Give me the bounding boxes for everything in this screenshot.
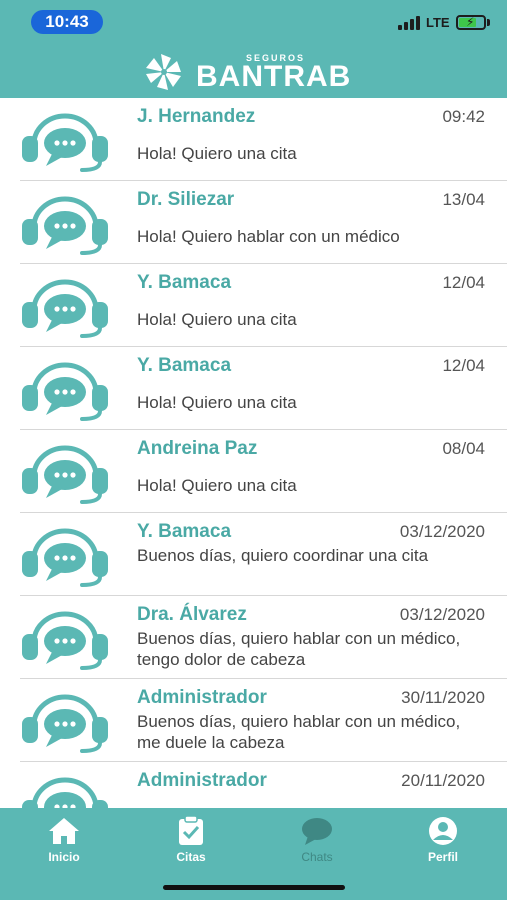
chat-preview: Buenos días, quiero hablar con un médico… (137, 712, 461, 752)
tab-perfil[interactable]: Perfil (403, 816, 483, 874)
chat-date: 03/12/2020 (399, 522, 485, 541)
chat-name: Dr. Siliezar (137, 189, 235, 210)
tab-chats[interactable]: Chats (277, 816, 357, 874)
chat-item[interactable]: J. Hernandez 09:42 Hola! Quiero una cita (0, 98, 507, 181)
chat-name: Andreina Paz (137, 438, 258, 459)
chat-date: 12/04 (442, 273, 485, 292)
chat-item[interactable]: Dra. Álvarez 03/12/2020 Buenos días, qui… (0, 596, 507, 679)
cellular-signal-icon (398, 16, 422, 30)
support-agent-icon (20, 772, 110, 808)
chat-date: 30/11/2020 (401, 688, 485, 707)
chat-name: J. Hernandez (137, 106, 256, 127)
chat-preview: Hola! Quiero una cita (137, 144, 297, 163)
chat-name: Administrador (137, 770, 267, 791)
pinwheel-logo-icon (146, 54, 181, 90)
chat-preview: Hola! Quiero una cita (137, 476, 297, 495)
chat-date: 13/04 (442, 190, 485, 209)
chat-list[interactable]: J. Hernandez 09:42 Hola! Quiero una cita… (0, 98, 507, 808)
clipboard-check-icon (179, 816, 203, 845)
support-agent-icon (20, 689, 110, 753)
tab-label: Chats (301, 850, 333, 864)
support-agent-icon (20, 108, 110, 172)
tab-citas[interactable]: Citas (151, 816, 231, 874)
tab-label: Inicio (48, 850, 80, 864)
chat-name: Y. Bamaca (137, 521, 232, 542)
chat-preview: Hola! Quiero una cita (137, 393, 297, 412)
home-indicator[interactable] (163, 885, 345, 890)
chat-date: 03/12/2020 (399, 605, 485, 624)
chat-preview: Hola! Quiero una cita (137, 310, 297, 329)
support-agent-icon (20, 606, 110, 670)
chat-name: Y. Bamaca (137, 272, 232, 293)
app-header: 10:43 LTE ⚡ SEGUROS BANTRAB (0, 0, 507, 98)
chat-date: 20/11/2020 (401, 771, 485, 790)
chat-item[interactable]: Y. Bamaca 12/04 Hola! Quiero una cita (0, 347, 507, 430)
chat-item[interactable]: Y. Bamaca 03/12/2020 Buenos días, quiero… (0, 513, 507, 596)
support-agent-icon (20, 274, 110, 338)
chat-preview: Buenos días, quiero hablar con un médico… (137, 629, 461, 669)
home-icon (49, 818, 79, 844)
chat-date: 08/04 (442, 439, 485, 458)
chat-date: 12/04 (442, 356, 485, 375)
chat-item[interactable]: Y. Bamaca 12/04 Hola! Quiero una cita (0, 264, 507, 347)
brand-logo: SEGUROS BANTRAB (140, 50, 370, 94)
chat-bubble-icon (302, 818, 332, 845)
battery-charging-icon: ⚡ (456, 15, 486, 30)
battery-cap (487, 19, 490, 26)
status-bar: 10:43 LTE ⚡ (0, 0, 507, 44)
support-agent-icon (20, 191, 110, 255)
support-agent-icon (20, 440, 110, 504)
brand-name: BANTRAB (196, 60, 352, 93)
tab-inicio[interactable]: Inicio (24, 816, 104, 874)
chat-item[interactable]: Andreina Paz 08/04 Hola! Quiero una cita (0, 430, 507, 513)
status-time: 10:43 (31, 10, 103, 34)
chat-item[interactable]: Dr. Siliezar 13/04 Hola! Quiero hablar c… (0, 181, 507, 264)
network-label: LTE (426, 15, 450, 30)
support-agent-icon (20, 357, 110, 421)
chat-item[interactable]: Administrador 20/11/2020 (0, 762, 507, 808)
chat-preview: Buenos días, quiero coordinar una cita (137, 546, 429, 565)
chat-date: 09:42 (442, 107, 485, 126)
chat-name: Administrador (137, 687, 267, 708)
chat-preview: Hola! Quiero hablar con un médico (137, 227, 400, 246)
chat-name: Dra. Álvarez (137, 604, 247, 625)
chat-item[interactable]: Administrador 30/11/2020 Buenos días, qu… (0, 679, 507, 762)
user-circle-icon (429, 817, 457, 845)
tab-label: Citas (176, 850, 206, 864)
tab-label: Perfil (427, 850, 458, 864)
support-agent-icon (20, 523, 110, 587)
chat-name: Y. Bamaca (137, 355, 232, 376)
